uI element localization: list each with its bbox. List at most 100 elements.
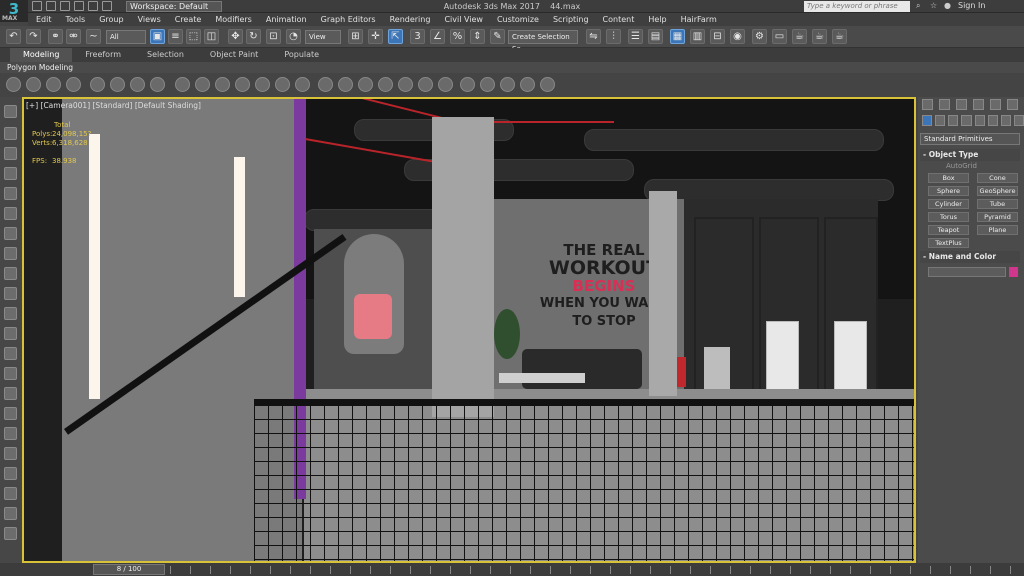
window-crossing-icon[interactable]: ◫ [204,29,219,44]
object-type-button[interactable]: GeoSphere [977,186,1018,196]
user-icon[interactable]: ● [944,1,951,10]
help-search-input[interactable]: Type a keyword or phrase [804,1,910,12]
bevel-icon[interactable] [4,267,17,280]
reference-coordinate-dropdown[interactable]: View [305,30,341,44]
scale-icon[interactable]: ⊡ [266,29,281,44]
environment-icon[interactable] [500,77,515,92]
place-icon[interactable]: ◔ [286,29,301,44]
schematic-view-icon[interactable]: ⊟ [710,29,725,44]
plant-icon[interactable] [398,77,413,92]
detach-icon[interactable] [4,507,17,520]
named-selection-dropdown[interactable]: Create Selection Se [508,30,578,53]
bridge-icon[interactable] [4,307,17,320]
connect-icon[interactable] [4,367,17,380]
motion-tab-icon[interactable] [973,99,984,110]
cameras-icon[interactable] [961,115,972,126]
new-file-icon[interactable] [32,1,42,11]
menu-item[interactable]: Create [169,13,208,26]
element-icon[interactable] [4,187,17,200]
selection-filter-dropdown[interactable]: All [106,30,146,44]
sphere-icon[interactable] [195,77,210,92]
project-folder-icon[interactable] [102,1,112,11]
ribbon-tab[interactable]: Object Paint [197,48,271,62]
redo-icon[interactable] [88,1,98,11]
ribbon-tab[interactable]: Selection [134,48,197,62]
primitive-category-dropdown[interactable]: Standard Primitives [920,133,1020,145]
weld-icon[interactable] [4,347,17,360]
camera-viewport[interactable]: THE REAL WORKOUT BEGINS WHEN YOU WANT TO… [22,97,916,563]
object-type-button[interactable]: Cylinder [928,199,969,209]
help-icon[interactable] [540,77,555,92]
object-type-button[interactable]: Box [928,173,969,183]
material-slate-icon[interactable] [480,77,495,92]
cylinder-icon[interactable] [215,77,230,92]
helper-icon[interactable] [130,77,145,92]
modify-tab-icon[interactable] [939,99,950,110]
vertex-icon[interactable] [4,127,17,140]
teapot-icon[interactable] [46,77,61,92]
link-icon[interactable]: ⚭ [48,29,63,44]
move-icon[interactable]: ✥ [228,29,243,44]
layer-explorer-icon[interactable]: ▤ [648,29,663,44]
bind-space-warp-icon[interactable]: ~ [86,29,101,44]
dynamics-icon[interactable] [338,77,353,92]
render-iterative-icon[interactable]: ☕ [812,29,827,44]
align-icon[interactable]: ⫶ [606,29,621,44]
select-by-name-icon[interactable]: ≡ [168,29,183,44]
cut-icon[interactable] [4,387,17,400]
rendered-frame-window-icon[interactable]: ▭ [772,29,787,44]
undo-icon[interactable] [74,1,84,11]
object-type-button[interactable]: Cone [977,173,1018,183]
star-icon[interactable]: ☆ [930,1,937,10]
cloth-icon[interactable] [358,77,373,92]
autogrid-checkbox[interactable]: AutoGrid [946,162,977,170]
torus-icon[interactable] [235,77,250,92]
time-slider[interactable]: 8 / 100 [93,564,165,575]
menu-item[interactable]: Modifiers [209,13,258,26]
relax-icon[interactable] [4,467,17,480]
name-and-color-rollout[interactable]: - Name and Color [920,251,1020,263]
lights-icon[interactable] [948,115,959,126]
slice-icon[interactable] [4,407,17,420]
viewport-label[interactable]: [+] [Camera001] [Standard] [Default Shad… [26,101,201,110]
render-production-icon[interactable]: ☕ [792,29,807,44]
toggle-ribbon-icon[interactable]: ▦ [670,29,685,44]
utilities-tab-icon[interactable] [1007,99,1018,110]
ribbon-tab[interactable]: Freeform [72,48,134,62]
select-object-button[interactable]: ▣ [150,29,165,44]
more-icon[interactable] [1013,115,1024,126]
spinner-snap-icon[interactable]: ⇕ [470,29,485,44]
wind-icon[interactable] [418,77,433,92]
geometry-icon[interactable] [922,115,933,126]
menu-item[interactable]: Views [132,13,167,26]
unlink-icon[interactable]: ⚮ [66,29,81,44]
app-logo[interactable]: 3 MAX [0,0,28,22]
angle-snap-icon[interactable]: ∠ [430,29,445,44]
menu-item[interactable]: Group [93,13,129,26]
tessellate-icon[interactable] [4,427,17,440]
edge-icon[interactable] [4,147,17,160]
edit-named-selection-icon[interactable]: ✎ [490,29,505,44]
chamfer-icon[interactable] [4,327,17,340]
sun-icon[interactable] [275,77,290,92]
space-warp-icon[interactable] [150,77,165,92]
menu-item[interactable]: Graph Editors [315,13,382,26]
populate-icon[interactable] [438,77,453,92]
object-type-button[interactable]: TextPlus [928,238,969,248]
redo-button[interactable]: ↷ [26,29,41,44]
workspace-dropdown[interactable]: Workspace: Default [126,1,222,12]
object-type-rollout[interactable]: - Object Type [920,149,1020,161]
hierarchy-tab-icon[interactable] [956,99,967,110]
search-icon[interactable]: ⌕ [916,1,920,11]
inset-icon[interactable] [4,287,17,300]
object-type-button[interactable]: Torus [928,212,969,222]
shapes-icon[interactable] [935,115,946,126]
open-file-icon[interactable] [46,1,56,11]
menu-item[interactable]: Tools [60,13,92,26]
cap-icon[interactable] [4,227,17,240]
object-type-button[interactable]: Plane [977,225,1018,235]
object-type-button[interactable]: Teapot [928,225,969,235]
object-type-button[interactable]: Sphere [928,186,969,196]
keyboard-shortcut-override-icon[interactable]: ⇱ [388,29,403,44]
undo-button[interactable]: ↶ [6,29,21,44]
